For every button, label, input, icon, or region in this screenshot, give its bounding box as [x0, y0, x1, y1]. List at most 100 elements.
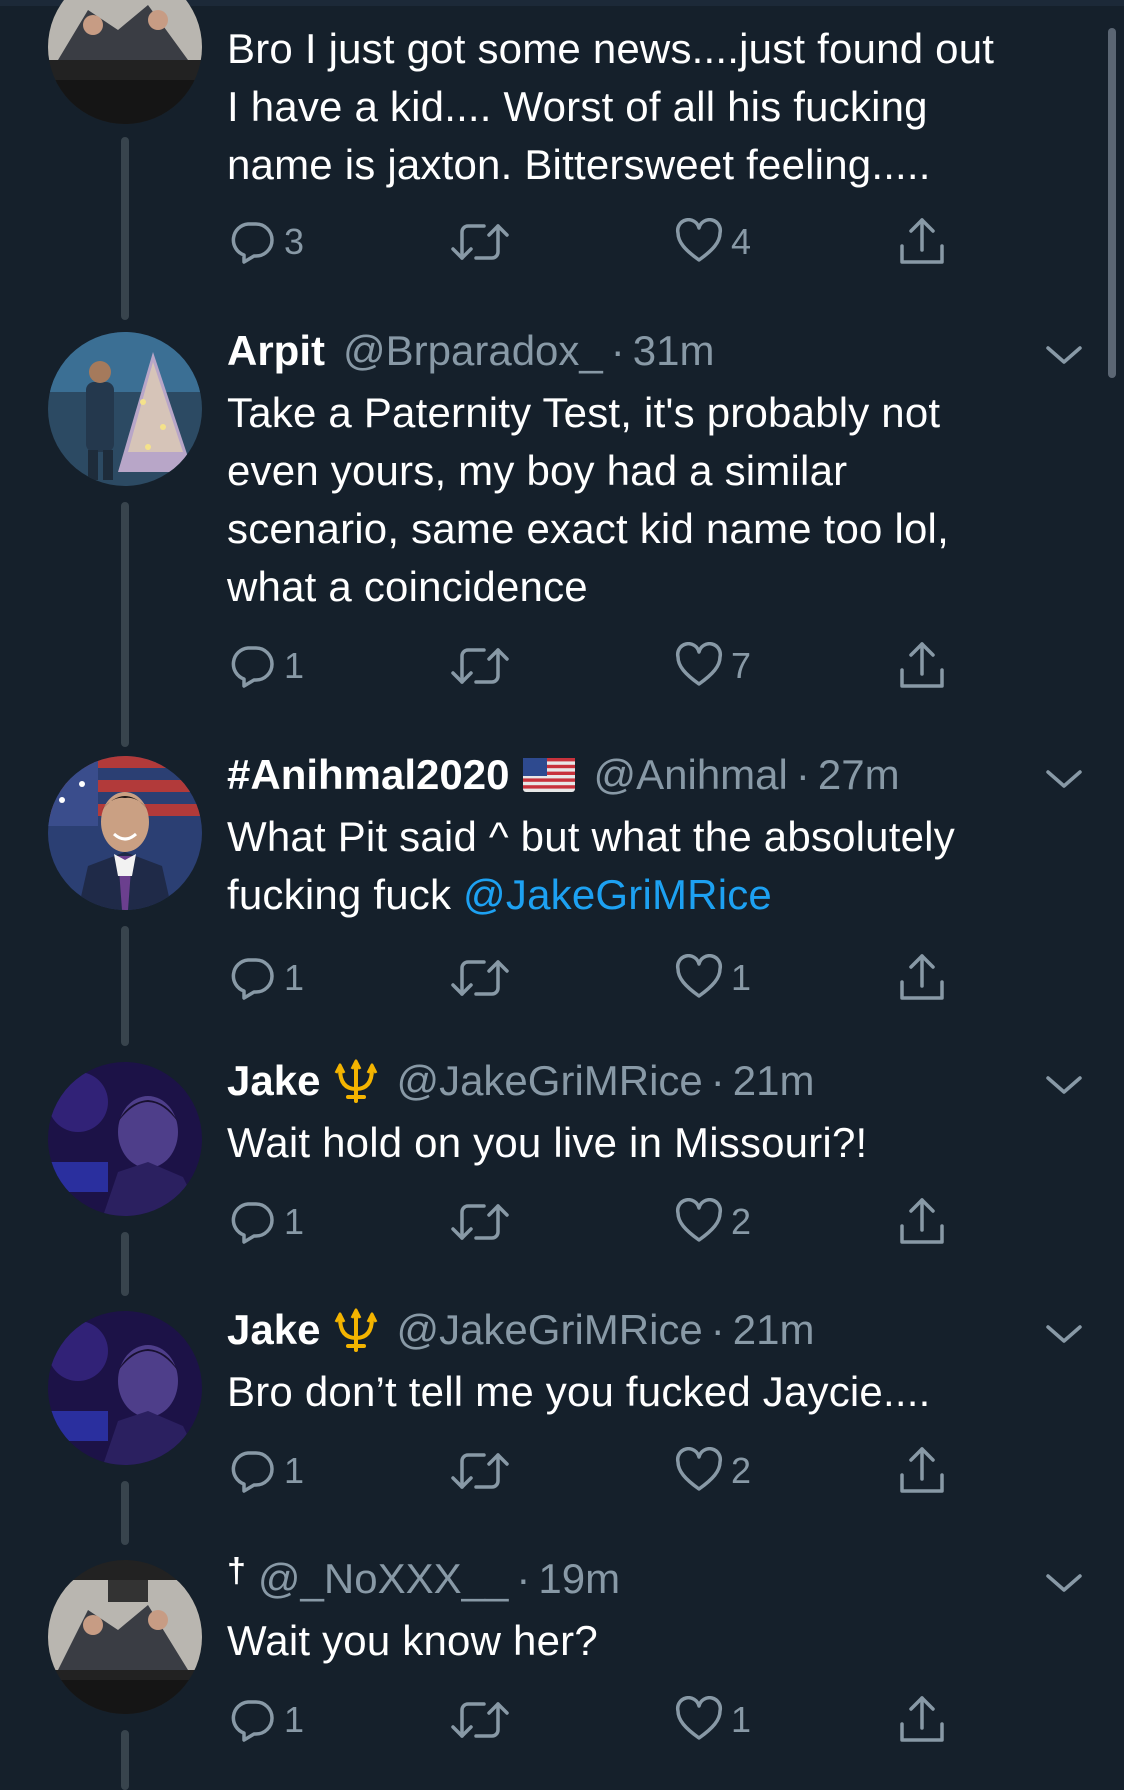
chevron-down-icon[interactable] [1044, 764, 1084, 794]
reply-count: 1 [284, 957, 305, 998]
reply-icon [228, 642, 276, 690]
chevron-down-icon[interactable] [1044, 1319, 1084, 1349]
share-button[interactable] [898, 952, 946, 1004]
reply-icon [228, 1198, 276, 1246]
like-count: 2 [731, 1450, 752, 1491]
timestamp[interactable]: 31m [633, 326, 715, 376]
user-handle[interactable]: @JakeGriMRice [396, 1305, 702, 1355]
share-button[interactable] [898, 1445, 946, 1497]
display-name[interactable]: #Anihmal2020 [227, 750, 509, 800]
thread-line [121, 926, 129, 1046]
reply-button[interactable]: 1 [228, 952, 304, 1004]
retweet-button[interactable] [450, 1694, 510, 1746]
retweet-button[interactable] [450, 952, 510, 1004]
avatar[interactable] [48, 1062, 202, 1216]
share-icon [898, 1445, 946, 1497]
like-count: 1 [731, 1699, 752, 1740]
retweet-button[interactable] [450, 1196, 510, 1248]
avatar[interactable] [48, 1311, 202, 1465]
reply-button[interactable]: 3 [228, 216, 304, 268]
reply-count: 1 [284, 1450, 305, 1491]
retweet-icon [450, 642, 510, 690]
separator: · [610, 327, 625, 374]
like-count: 7 [731, 645, 752, 686]
timestamp[interactable]: 21m [733, 1056, 815, 1106]
tweet-actions: 3 4 [228, 216, 958, 268]
user-handle[interactable]: @Anihmal [593, 750, 787, 800]
like-button[interactable]: 1 [675, 1694, 751, 1746]
retweet-button[interactable] [450, 640, 510, 692]
tweet-header: † @_NoXXX__ · 19m [227, 1552, 620, 1604]
like-button[interactable]: 4 [675, 216, 751, 268]
thread-line [121, 137, 129, 320]
tweet-text: Wait hold on you live in Missouri?! [227, 1119, 868, 1166]
reply-icon [228, 954, 276, 1002]
display-name[interactable]: Jake [227, 1056, 320, 1106]
chevron-down-icon[interactable] [1044, 1568, 1084, 1598]
retweet-button[interactable] [450, 216, 510, 268]
avatar[interactable] [48, 1560, 202, 1714]
user-handle[interactable]: @Brparadox_ [343, 326, 603, 376]
retweet-icon [450, 954, 510, 1002]
chevron-down-icon[interactable] [1044, 340, 1084, 370]
tweet-text: What Pit said ^ but what the absolutely … [227, 813, 955, 918]
retweet-button[interactable] [450, 1445, 510, 1497]
separator: · [516, 1555, 531, 1602]
tweet-actions: 1 2 [228, 1445, 958, 1497]
reply-button[interactable]: 1 [228, 640, 304, 692]
tweet-text: Bro I just got some news....just found o… [227, 25, 995, 188]
separator: · [795, 751, 810, 798]
chevron-down-icon[interactable] [1044, 1070, 1084, 1100]
like-button[interactable]: 2 [675, 1445, 751, 1497]
share-icon [898, 952, 946, 1004]
like-button[interactable]: 2 [675, 1196, 751, 1248]
retweet-icon [450, 1696, 510, 1744]
like-button[interactable]: 1 [675, 952, 751, 1004]
tweet-header: Jake @JakeGriMRice · 21m [227, 1056, 815, 1106]
user-handle[interactable]: @JakeGriMRice [396, 1056, 702, 1106]
reply-icon [228, 1696, 276, 1744]
display-name[interactable]: Jake [227, 1305, 320, 1355]
reply-count: 1 [284, 1699, 305, 1740]
avatar[interactable] [48, 756, 202, 910]
tweet-actions: 1 7 [228, 640, 958, 692]
reply-icon [228, 218, 276, 266]
like-icon [675, 1447, 723, 1495]
thread-line [121, 502, 129, 747]
like-icon [675, 1696, 723, 1744]
reply-count: 1 [284, 1201, 305, 1242]
like-icon [675, 218, 723, 266]
separator: · [710, 1306, 725, 1353]
retweet-icon [450, 1198, 510, 1246]
user-handle[interactable]: @_NoXXX__ [258, 1554, 508, 1604]
mention-link[interactable]: @JakeGriMRice [463, 871, 772, 918]
timestamp[interactable]: 21m [733, 1305, 815, 1355]
tweet-actions: 1 2 [228, 1196, 958, 1248]
tweet-actions: 1 1 [228, 952, 958, 1004]
tweet-actions: 1 1 [228, 1694, 958, 1746]
reply-button[interactable]: 1 [228, 1196, 304, 1248]
share-button[interactable] [898, 1196, 946, 1248]
share-button[interactable] [898, 216, 946, 268]
avatar[interactable] [48, 332, 202, 486]
share-button[interactable] [898, 1694, 946, 1746]
avatar[interactable] [48, 0, 202, 124]
share-icon [898, 640, 946, 692]
reply-button[interactable]: 1 [228, 1694, 304, 1746]
retweet-icon [450, 1447, 510, 1495]
scrollbar[interactable] [1108, 28, 1116, 378]
like-count: 2 [731, 1201, 752, 1242]
share-button[interactable] [898, 640, 946, 692]
share-icon [898, 1694, 946, 1746]
timestamp[interactable]: 27m [818, 750, 900, 800]
tweet-header: Jake @JakeGriMRice · 21m [227, 1305, 815, 1355]
timestamp[interactable]: 19m [538, 1554, 620, 1604]
like-icon [675, 954, 723, 1002]
reply-button[interactable]: 1 [228, 1445, 304, 1497]
display-name[interactable]: Arpit [227, 326, 325, 376]
like-button[interactable]: 7 [675, 640, 751, 692]
thread-line [121, 1730, 129, 1790]
us-flag-icon [523, 758, 576, 792]
tweet-header: #Anihmal2020 @Anihmal · 27m [227, 750, 900, 800]
cross-symbol: † [227, 1552, 246, 1590]
